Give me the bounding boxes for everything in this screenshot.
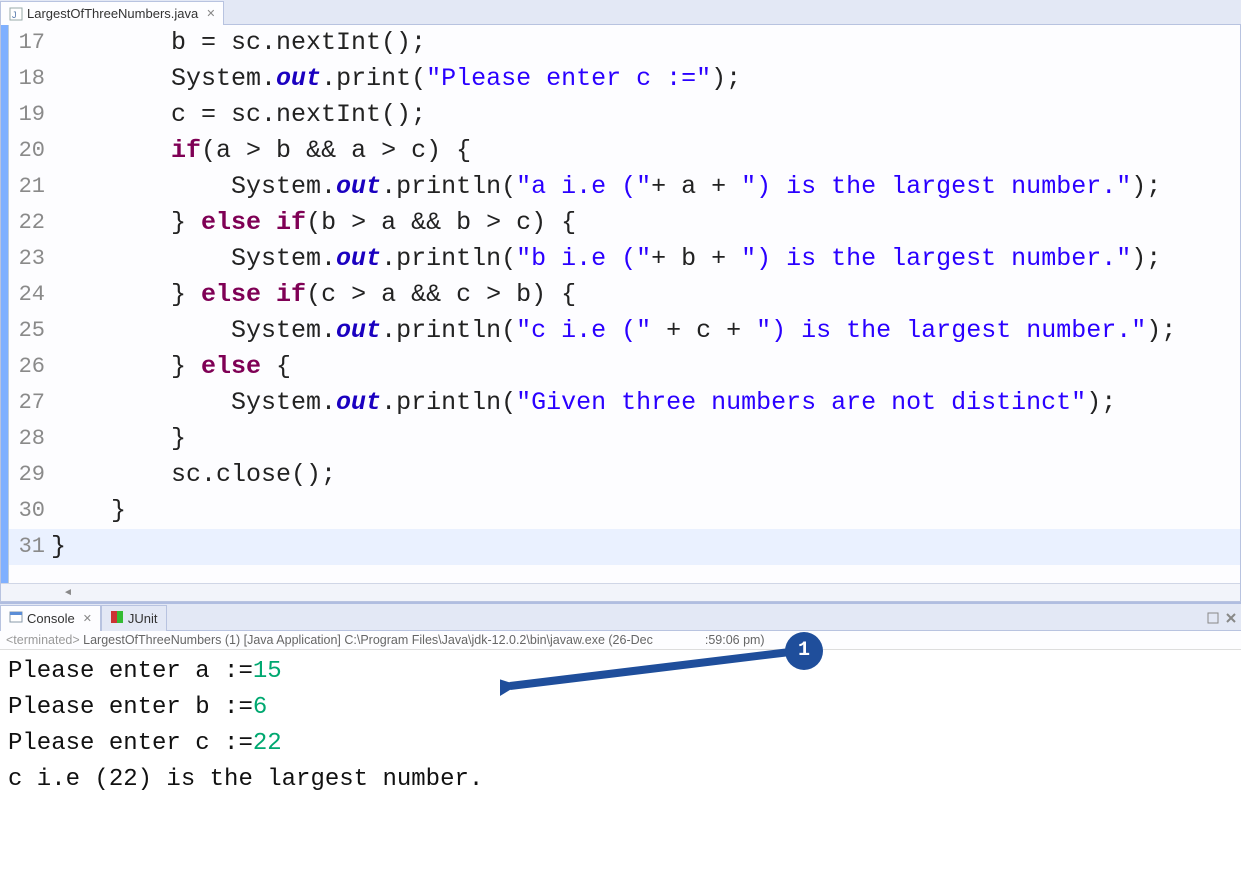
code-line[interactable]: 30 } [9, 493, 1240, 529]
code-text[interactable]: System.out.println("c i.e (" + c + ") is… [51, 313, 1240, 349]
line-number: 19 [9, 97, 51, 133]
console-user-input: 22 [253, 730, 282, 757]
code-text[interactable]: System.out.println("a i.e ("+ a + ") is … [51, 169, 1240, 205]
line-number: 23 [9, 241, 51, 277]
console-line: Please enter b :=6 [8, 690, 1233, 726]
console-icon [9, 610, 23, 627]
console-toolbar [1207, 611, 1237, 623]
folding-gutter[interactable] [1, 25, 9, 583]
tab-console[interactable]: Console ✕ [0, 605, 101, 631]
code-line[interactable]: 23 System.out.println("b i.e ("+ b + ") … [9, 241, 1240, 277]
code-text[interactable]: } [51, 421, 1240, 457]
java-file-icon: J [9, 7, 23, 21]
code-line[interactable]: 22 } else if(b > a && b > c) { [9, 205, 1240, 241]
console-output[interactable]: Please enter a :=15Please enter b :=6Ple… [0, 650, 1241, 882]
line-number: 22 [9, 205, 51, 241]
code-line[interactable]: 20 if(a > b && a > c) { [9, 133, 1240, 169]
code-line[interactable]: 26 } else { [9, 349, 1240, 385]
code-line[interactable]: 17 b = sc.nextInt(); [9, 25, 1240, 61]
line-number: 30 [9, 493, 51, 529]
code-text[interactable]: c = sc.nextInt(); [51, 97, 1240, 133]
line-number: 25 [9, 313, 51, 349]
scroll-left-icon[interactable]: ◄ [61, 586, 75, 600]
line-number: 24 [9, 277, 51, 313]
code-line[interactable]: 29 sc.close(); [9, 457, 1240, 493]
code-line[interactable]: 19 c = sc.nextInt(); [9, 97, 1240, 133]
code-text[interactable]: b = sc.nextInt(); [51, 25, 1240, 61]
code-text[interactable]: if(a > b && a > c) { [51, 133, 1240, 169]
console-line: c i.e (22) is the largest number. [8, 762, 1233, 798]
code-line[interactable]: 21 System.out.println("a i.e ("+ a + ") … [9, 169, 1240, 205]
code-text[interactable]: } else if(b > a && b > c) { [51, 205, 1240, 241]
tab-junit[interactable]: JUnit [101, 605, 167, 631]
close-icon[interactable]: ✕ [206, 7, 215, 20]
line-number: 28 [9, 421, 51, 457]
line-number: 27 [9, 385, 51, 421]
status-terminated: <terminated> [6, 633, 80, 647]
code-text[interactable]: } else if(c > a && c > b) { [51, 277, 1240, 313]
line-number: 18 [9, 61, 51, 97]
code-text[interactable]: sc.close(); [51, 457, 1240, 493]
junit-icon [110, 610, 124, 627]
close-icon[interactable]: ✕ [83, 612, 92, 625]
editor-tab-active[interactable]: J LargestOfThreeNumbers.java ✕ [0, 1, 224, 25]
console-status-line: <terminated> LargestOfThreeNumbers (1) [… [0, 631, 1241, 650]
code-line[interactable]: 27 System.out.println("Given three numbe… [9, 385, 1240, 421]
line-number: 31 [9, 529, 51, 565]
code-text[interactable]: } [51, 529, 1240, 565]
code-line[interactable]: 31} [9, 529, 1240, 565]
editor-tab-bar: J LargestOfThreeNumbers.java ✕ [0, 0, 1241, 25]
line-number: 29 [9, 457, 51, 493]
line-number: 26 [9, 349, 51, 385]
line-number: 20 [9, 133, 51, 169]
code-text[interactable]: } [51, 493, 1240, 529]
close-panel-icon[interactable] [1225, 611, 1237, 623]
status-text: LargestOfThreeNumbers (1) [Java Applicat… [80, 633, 653, 647]
code-viewport[interactable]: 17 b = sc.nextInt();18 System.out.print(… [1, 25, 1240, 583]
code-text[interactable]: } else { [51, 349, 1240, 385]
tab-console-label: Console [27, 611, 75, 626]
console-user-input: 15 [253, 658, 282, 685]
code-line[interactable]: 25 System.out.println("c i.e (" + c + ")… [9, 313, 1240, 349]
code-text[interactable]: System.out.println("b i.e ("+ b + ") is … [51, 241, 1240, 277]
line-number: 17 [9, 25, 51, 61]
console-line: Please enter a :=15 [8, 654, 1233, 690]
svg-text:J: J [12, 10, 17, 20]
bottom-tab-bar: Console ✕ JUnit [0, 604, 1241, 631]
horizontal-scrollbar[interactable]: ◄ [1, 583, 1240, 601]
editor-tab-label: LargestOfThreeNumbers.java [27, 6, 198, 21]
code-line[interactable]: 24 } else if(c > a && c > b) { [9, 277, 1240, 313]
code-lines[interactable]: 17 b = sc.nextInt();18 System.out.print(… [1, 25, 1240, 565]
minimize-icon[interactable] [1207, 611, 1219, 623]
status-suffix: :59:06 pm) [705, 633, 765, 647]
bottom-panel: Console ✕ JUnit <terminated> LargestOfTh… [0, 602, 1241, 882]
console-line: Please enter c :=22 [8, 726, 1233, 762]
console-user-input: 6 [253, 694, 267, 721]
code-text[interactable]: System.out.println("Given three numbers … [51, 385, 1240, 421]
code-text[interactable]: System.out.print("Please enter c :="); [51, 61, 1240, 97]
ide-root: J LargestOfThreeNumbers.java ✕ 17 b = sc… [0, 0, 1241, 882]
code-line[interactable]: 28 } [9, 421, 1240, 457]
editor-pane: 17 b = sc.nextInt();18 System.out.print(… [0, 25, 1241, 602]
code-line[interactable]: 18 System.out.print("Please enter c :=")… [9, 61, 1240, 97]
tab-junit-label: JUnit [128, 611, 158, 626]
line-number: 21 [9, 169, 51, 205]
